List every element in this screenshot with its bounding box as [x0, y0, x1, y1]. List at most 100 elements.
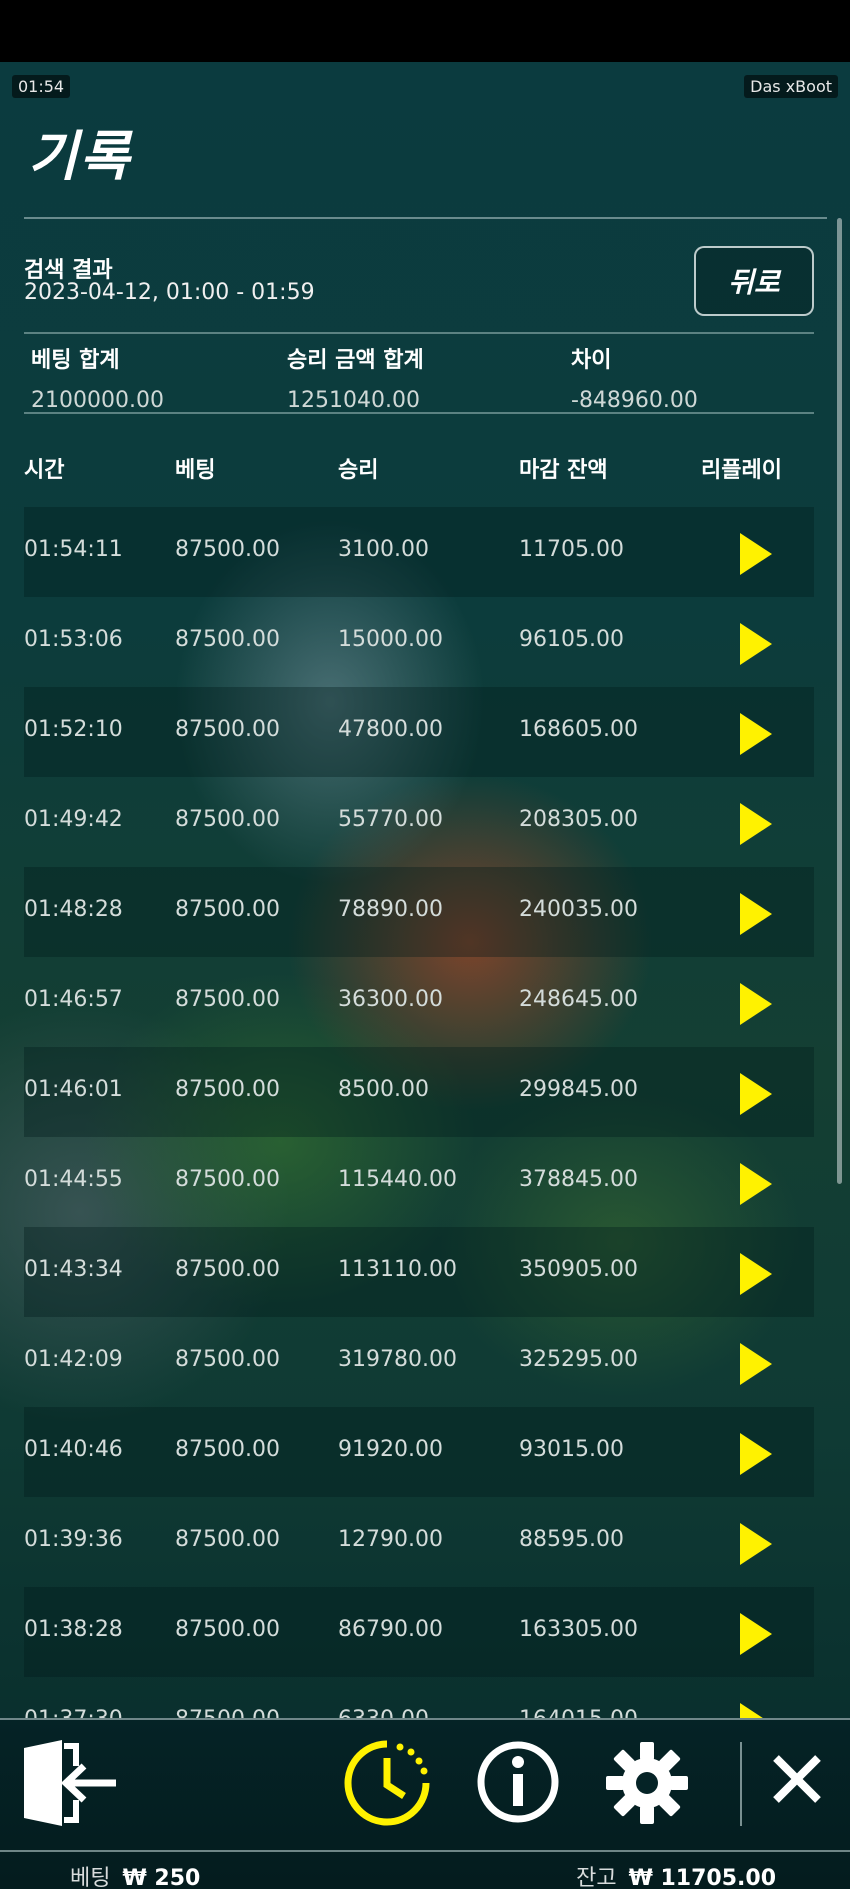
- summary-difference: 차이 -848960.00: [571, 342, 698, 413]
- cell-bet: 87500.00: [175, 1617, 280, 1642]
- replay-play-icon[interactable]: [740, 623, 772, 665]
- summary-bottom-divider: [24, 412, 814, 414]
- history-button[interactable]: [344, 1740, 430, 1826]
- replay-play-icon[interactable]: [740, 1073, 772, 1115]
- table-row: 01:38:28 87500.00 86790.00 163305.00: [24, 1587, 814, 1677]
- summary-top-divider: [24, 332, 814, 334]
- cell-win: 36300.00: [338, 987, 443, 1012]
- footer-balance-value: ₩ 11705.00: [628, 1866, 776, 1889]
- brand-label: Das xBoot: [744, 75, 838, 98]
- cell-bet: 87500.00: [175, 897, 280, 922]
- replay-play-icon[interactable]: [740, 983, 772, 1025]
- footer-bet-label: 베팅: [70, 1866, 111, 1889]
- cell-bet: 87500.00: [175, 807, 280, 832]
- footer-balance-label: 잔고: [576, 1866, 617, 1889]
- table-row: 01:53:06 87500.00 15000.00 96105.00: [24, 597, 814, 687]
- toolbar-top-divider: [0, 1718, 850, 1720]
- replay-play-icon[interactable]: [740, 1343, 772, 1385]
- footer-balance: 잔고 ₩ 11705.00: [576, 1860, 776, 1889]
- replay-play-icon[interactable]: [740, 1163, 772, 1205]
- gear-icon: [606, 1742, 688, 1824]
- win-total-value: 1251040.00: [287, 388, 420, 413]
- cell-win: 91920.00: [338, 1437, 443, 1462]
- cell-time: 01:43:34: [24, 1257, 123, 1282]
- table-row: 01:43:34 87500.00 113110.00 350905.00: [24, 1227, 814, 1317]
- bottom-toolbar: 베팅 ₩ 250 잔고 ₩ 11705.00: [0, 1718, 850, 1889]
- table-row: 01:39:36 87500.00 12790.00 88595.00: [24, 1497, 814, 1587]
- close-button[interactable]: [770, 1752, 824, 1806]
- cell-time: 01:52:10: [24, 717, 123, 742]
- header-closing-balance: 마감 잔액: [519, 458, 608, 483]
- history-table: 01:54:11 87500.00 3100.00 11705.00 01:53…: [24, 507, 814, 1767]
- cell-time: 01:46:01: [24, 1077, 123, 1102]
- cell-win: 78890.00: [338, 897, 443, 922]
- cell-time: 01:53:06: [24, 627, 123, 652]
- cell-win: 113110.00: [338, 1257, 457, 1282]
- replay-play-icon[interactable]: [740, 893, 772, 935]
- info-button[interactable]: [476, 1740, 560, 1824]
- footer-bet-value: ₩ 250: [122, 1866, 201, 1889]
- table-row: 01:54:11 87500.00 3100.00 11705.00: [24, 507, 814, 597]
- replay-play-icon[interactable]: [740, 1253, 772, 1295]
- info-icon: [477, 1741, 559, 1823]
- cell-win: 55770.00: [338, 807, 443, 832]
- replay-play-icon[interactable]: [740, 1433, 772, 1475]
- cell-bet: 87500.00: [175, 1167, 280, 1192]
- cell-balance: 168605.00: [519, 717, 638, 742]
- cell-bet: 87500.00: [175, 987, 280, 1012]
- cell-balance: 93015.00: [519, 1437, 624, 1462]
- cell-win: 47800.00: [338, 717, 443, 742]
- status-clock: 01:54: [12, 75, 71, 98]
- cell-win: 319780.00: [338, 1347, 457, 1372]
- cell-win: 115440.00: [338, 1167, 457, 1192]
- difference-label: 차이: [571, 348, 612, 373]
- table-row: 01:49:42 87500.00 55770.00 208305.00: [24, 777, 814, 867]
- cell-bet: 87500.00: [175, 1257, 280, 1282]
- table-row: 01:44:55 87500.00 115440.00 378845.00: [24, 1137, 814, 1227]
- exit-button[interactable]: [18, 1738, 122, 1828]
- scrollbar-thumb[interactable]: [837, 218, 842, 1184]
- difference-value: -848960.00: [571, 388, 698, 413]
- replay-play-icon[interactable]: [740, 1523, 772, 1565]
- cell-balance: 96105.00: [519, 627, 624, 652]
- cell-time: 01:44:55: [24, 1167, 123, 1192]
- cell-time: 01:54:11: [24, 537, 123, 562]
- header-win: 승리: [338, 458, 379, 483]
- cell-win: 3100.00: [338, 537, 429, 562]
- header-time: 시간: [24, 458, 65, 483]
- cell-bet: 87500.00: [175, 1347, 280, 1372]
- cell-time: 01:48:28: [24, 897, 123, 922]
- cell-bet: 87500.00: [175, 1527, 280, 1552]
- toolbar-bottom-divider: [0, 1850, 850, 1852]
- cell-balance: 248645.00: [519, 987, 638, 1012]
- cell-win: 8500.00: [338, 1077, 429, 1102]
- page-title: 기록: [28, 125, 132, 188]
- cell-win: 15000.00: [338, 627, 443, 652]
- table-row: 01:48:28 87500.00 78890.00 240035.00: [24, 867, 814, 957]
- table-row: 01:46:57 87500.00 36300.00 248645.00: [24, 957, 814, 1047]
- cell-balance: 325295.00: [519, 1347, 638, 1372]
- cell-balance: 163305.00: [519, 1617, 638, 1642]
- summary-win-total: 승리 금액 합계 1251040.00: [287, 342, 424, 413]
- cell-balance: 11705.00: [519, 537, 624, 562]
- close-icon: [773, 1755, 821, 1803]
- top-black-band: [0, 0, 850, 62]
- summary-bet-total: 베팅 합계 2100000.00: [31, 342, 164, 413]
- history-screen: 01:54 Das xBoot 기록 검색 결과 2023-04-12, 01:…: [0, 62, 850, 1889]
- cell-balance: 378845.00: [519, 1167, 638, 1192]
- replay-play-icon[interactable]: [740, 803, 772, 845]
- back-button[interactable]: 뒤로: [694, 246, 814, 316]
- footer-bet: 베팅 ₩ 250: [70, 1860, 200, 1889]
- replay-play-icon[interactable]: [740, 533, 772, 575]
- bet-total-label: 베팅 합계: [31, 348, 120, 373]
- cell-time: 01:46:57: [24, 987, 123, 1012]
- table-row: 01:52:10 87500.00 47800.00 168605.00: [24, 687, 814, 777]
- cell-win: 86790.00: [338, 1617, 443, 1642]
- replay-play-icon[interactable]: [740, 713, 772, 755]
- cell-time: 01:42:09: [24, 1347, 123, 1372]
- settings-button[interactable]: [604, 1740, 690, 1826]
- win-total-label: 승리 금액 합계: [287, 348, 424, 373]
- replay-play-icon[interactable]: [740, 1613, 772, 1655]
- cell-bet: 87500.00: [175, 627, 280, 652]
- cell-balance: 240035.00: [519, 897, 638, 922]
